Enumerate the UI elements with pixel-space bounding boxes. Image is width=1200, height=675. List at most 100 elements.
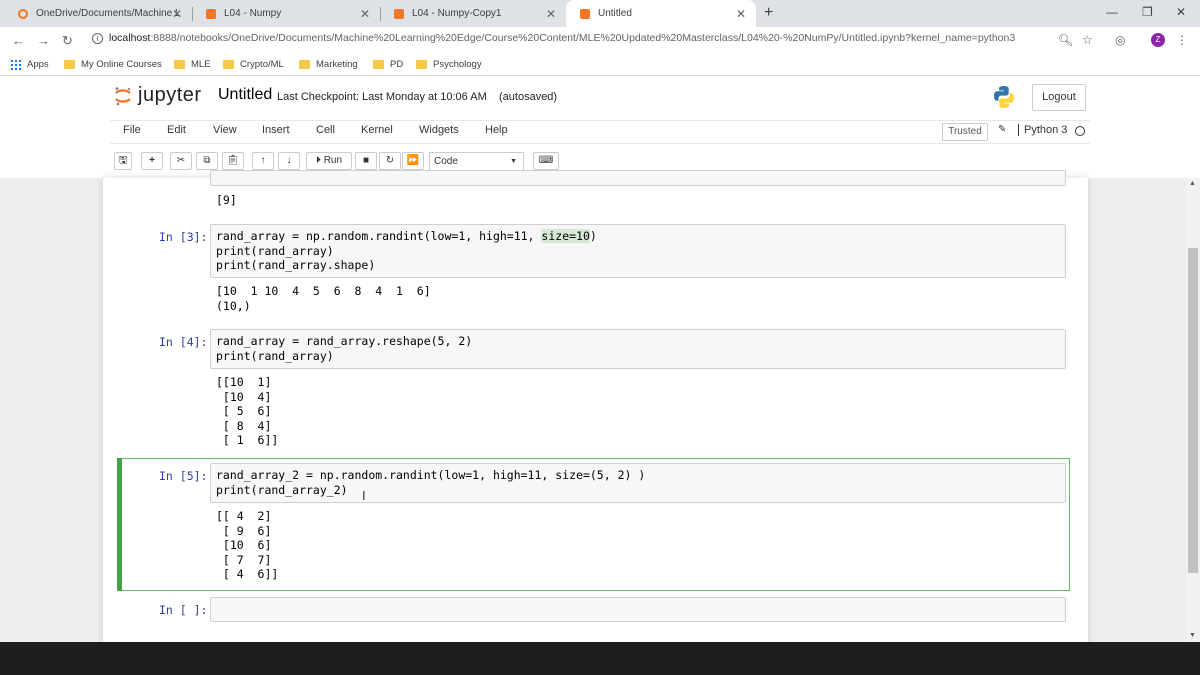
bookmark-folder[interactable]: Psychology [416, 59, 482, 70]
new-tab-button[interactable]: + [764, 4, 773, 22]
bookmark-label: Marketing [316, 59, 358, 70]
move-up-icon[interactable]: ↑ [252, 152, 274, 170]
close-tab-icon[interactable]: ✕ [736, 7, 746, 21]
code-line: print(rand_array.shape) [216, 258, 376, 272]
menu-icon[interactable]: ⋮ [1176, 33, 1188, 47]
scroll-down-icon[interactable]: ▼ [1189, 632, 1196, 639]
bookmark-folder[interactable]: MLE [174, 59, 211, 70]
browser-tab[interactable]: L04 - Numpy-Copy1 ✕ [380, 0, 566, 27]
tab-title: L04 - Numpy-Copy1 [412, 8, 502, 19]
url-field[interactable]: i localhost:8888/notebooks/OneDrive/Docu… [92, 32, 1015, 44]
minimize-icon[interactable]: — [1106, 5, 1118, 19]
menu-help[interactable]: Help [485, 124, 508, 136]
input-prompt: In [5]: [159, 469, 208, 483]
close-tab-icon[interactable]: ✕ [360, 7, 370, 21]
browser-tab-active[interactable]: Untitled ✕ [566, 0, 756, 27]
scrollbar-thumb[interactable] [1188, 248, 1198, 573]
chevron-down-icon: ▼ [510, 158, 517, 165]
menu-widgets[interactable]: Widgets [419, 124, 459, 136]
bookmark-folder[interactable]: Marketing [299, 59, 358, 70]
kernel-idle-indicator-icon [1075, 126, 1085, 136]
cut-icon[interactable]: ✂ [170, 152, 192, 170]
close-tab-icon[interactable]: ✕ [546, 7, 556, 21]
taskbar [0, 642, 1200, 675]
zoom-icon[interactable]: 🔍︎ [1058, 33, 1073, 47]
jupyter-wordmark[interactable]: jupyter [138, 84, 202, 107]
folder-icon [64, 60, 75, 69]
url-host: localhost [109, 32, 151, 44]
folder-icon [373, 60, 384, 69]
add-cell-icon[interactable]: + [141, 152, 163, 170]
interrupt-icon[interactable]: ■ [355, 152, 377, 170]
code-line: rand_array = np.random.randint(low=1, hi… [216, 229, 597, 244]
bookmark-apps[interactable]: Apps [11, 59, 49, 70]
cell-type-select[interactable]: Code ▼ [429, 152, 524, 171]
jupyter-logo-icon[interactable] [114, 86, 132, 106]
notebook-favicon-icon [206, 8, 216, 19]
checkpoint-status: Last Checkpoint: Last Monday at 10:06 AM [277, 91, 487, 103]
selected-cell-indicator [117, 458, 122, 591]
extension-icon[interactable]: ◎ [1115, 33, 1125, 47]
restore-icon[interactable]: ❐ [1142, 5, 1153, 19]
jupyter-favicon-icon [18, 8, 28, 19]
bookmark-label: Psychology [433, 59, 482, 70]
url-path: :8888/notebooks/OneDrive/Documents/Machi… [150, 32, 1016, 44]
input-prompt: In [3]: [159, 230, 208, 244]
code-line: print(rand_array) [216, 243, 334, 258]
paste-icon[interactable]: 📋︎ [222, 152, 244, 170]
restart-run-all-icon[interactable]: ⏩ [402, 152, 424, 170]
code-highlight: size=10 [541, 229, 590, 243]
save-icon[interactable]: 🖫 [114, 152, 132, 170]
info-icon[interactable]: i [92, 32, 103, 44]
browser-tab[interactable]: L04 - Numpy ✕ [192, 0, 380, 27]
menu-file[interactable]: File [123, 124, 141, 136]
menu-view[interactable]: View [213, 124, 237, 136]
edit-pencil-icon[interactable]: ✎ [998, 124, 1006, 135]
autosave-status: (autosaved) [499, 91, 558, 103]
folder-icon [174, 60, 185, 69]
code-text: ) [589, 229, 597, 243]
move-down-icon[interactable]: ↓ [278, 152, 300, 170]
keyboard-icon[interactable]: ⌨ [533, 152, 559, 170]
notebook-favicon-icon [580, 8, 590, 19]
menu-cell[interactable]: Cell [316, 124, 335, 136]
forward-icon[interactable]: → [37, 33, 50, 48]
browser-tab[interactable]: OneDrive/Documents/Machine L ✕ [4, 0, 192, 27]
bookmark-folder[interactable]: My Online Courses [64, 59, 162, 70]
python-logo-icon [994, 86, 1014, 108]
kernel-name[interactable]: Python 3 [1018, 124, 1067, 136]
bookmark-star-icon[interactable]: ☆ [1082, 33, 1093, 47]
reload-icon[interactable]: ↻ [62, 33, 73, 49]
bookmark-folder[interactable]: Crypto/ML [223, 59, 284, 70]
menu-insert[interactable]: Insert [262, 124, 290, 136]
code-cell-input[interactable] [210, 170, 1066, 186]
bookmark-folder[interactable]: PD [373, 59, 403, 70]
close-tab-icon[interactable]: ✕ [172, 7, 182, 21]
logout-button[interactable]: Logout [1032, 84, 1086, 111]
copy-icon[interactable]: ⧉ [196, 152, 218, 170]
cell-output: [10 1 10 4 5 6 8 4 1 6] (10,) [216, 284, 431, 313]
trusted-indicator[interactable]: Trusted [942, 123, 988, 141]
cell-type-value: Code [434, 156, 458, 167]
bookmark-label: Crypto/ML [240, 59, 284, 70]
cell-code: rand_array = rand_array.reshape(5, 2) pr… [216, 334, 473, 363]
menu-kernel[interactable]: Kernel [361, 124, 393, 136]
close-window-icon[interactable]: ✕ [1176, 5, 1186, 19]
back-icon[interactable]: ← [12, 33, 25, 48]
cell-output: [[ 4 2] [ 9 6] [10 6] [ 7 7] [ 4 6]] [216, 509, 279, 581]
scroll-up-icon[interactable]: ▲ [1189, 180, 1196, 187]
tab-title: L04 - Numpy [224, 8, 282, 19]
folder-icon [223, 60, 234, 69]
folder-icon [299, 60, 310, 69]
input-prompt: In [ ]: [159, 603, 208, 617]
code-text: rand_array = np.random.randint(low=1, hi… [216, 229, 542, 243]
cell-code: rand_array_2 = np.random.randint(low=1, … [216, 468, 646, 497]
notebook-title[interactable]: Untitled [218, 86, 272, 104]
profile-avatar[interactable]: Z [1151, 33, 1165, 47]
run-button[interactable]: ⏵ Run [306, 152, 352, 170]
run-icon: ⏵ [315, 155, 321, 166]
menu-edit[interactable]: Edit [167, 124, 186, 136]
folder-icon [416, 60, 427, 69]
restart-icon[interactable]: ↻ [379, 152, 401, 170]
code-cell-input[interactable] [210, 597, 1066, 622]
